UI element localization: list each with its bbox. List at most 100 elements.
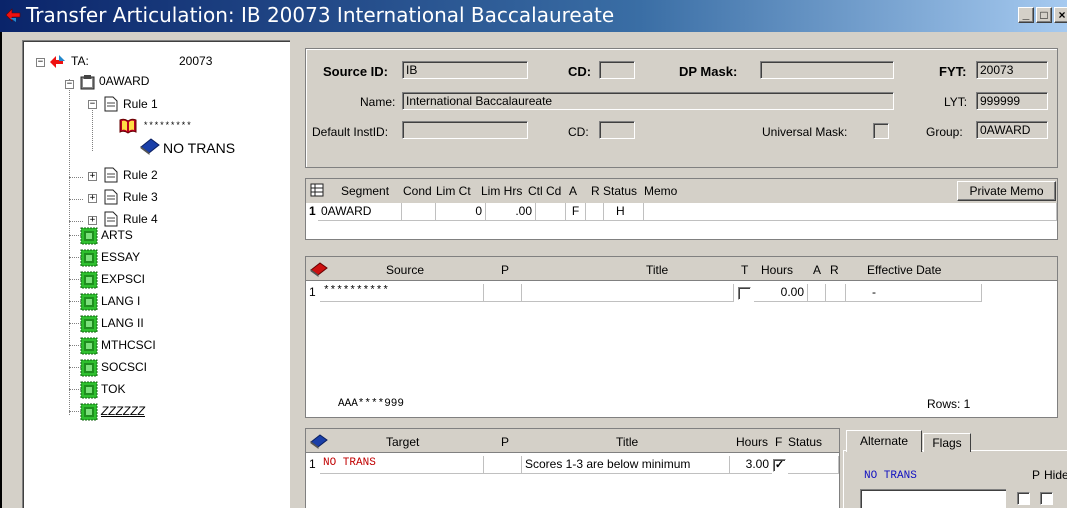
segment-row[interactable]: 1 0AWARD 0 .00 F H: [306, 203, 1057, 239]
src-row-effective-date[interactable]: -: [846, 284, 982, 302]
lyt-field[interactable]: 999999: [976, 92, 1048, 110]
tgt-row-title[interactable]: Scores 1-3 are below minimum: [522, 456, 730, 474]
tree-segment-item[interactable]: SOCSCI: [101, 360, 147, 374]
tree-rule-1[interactable]: Rule 1: [123, 97, 158, 111]
tab-flags[interactable]: Flags: [923, 433, 971, 452]
segment-icon: [80, 381, 98, 399]
src-header-r: R: [830, 263, 839, 277]
tgt-header-title: Title: [616, 435, 639, 449]
tree-rule-2[interactable]: Rule 2: [123, 168, 158, 182]
alternate-value: NO TRANS: [864, 470, 917, 482]
name-field[interactable]: International Baccalaureate: [402, 92, 894, 110]
default-instid-field[interactable]: [402, 121, 528, 139]
src-row-r[interactable]: [826, 284, 846, 302]
tree-segment-item[interactable]: ARTS: [101, 228, 133, 242]
tgt-header-target: Target: [386, 435, 420, 449]
segment-icon: [80, 227, 98, 245]
collapse-award-toggle[interactable]: −: [65, 80, 74, 89]
close-button[interactable]: ×: [1054, 7, 1067, 23]
maximize-button[interactable]: □: [1036, 7, 1052, 23]
tgt-row-hours[interactable]: 3.00: [730, 456, 772, 474]
tgt-row-f-checkbox[interactable]: ✓: [773, 459, 786, 472]
segment-icon: [80, 293, 98, 311]
expand-rule3-toggle[interactable]: +: [88, 194, 97, 203]
tree-segment-item[interactable]: ZZZZZZ: [101, 404, 145, 418]
minimize-button[interactable]: _: [1018, 7, 1034, 23]
tree-segment-item[interactable]: ESSAY: [101, 250, 140, 264]
seg-row-status[interactable]: H: [604, 203, 644, 221]
source-row[interactable]: 1 ********** 0.00 -: [306, 284, 1057, 304]
fyt-field[interactable]: 20073: [976, 61, 1048, 79]
collapse-root-toggle[interactable]: −: [36, 58, 45, 67]
seg-row-segment[interactable]: 0AWARD: [318, 203, 402, 221]
tree-segment-item[interactable]: EXPSCI: [101, 272, 145, 286]
tree-segment-item[interactable]: LANG I: [101, 294, 140, 308]
segment-icon: [80, 337, 98, 355]
seg-row-a[interactable]: F: [566, 203, 586, 221]
blue-book-icon: [310, 433, 328, 449]
app-icon: [4, 6, 22, 24]
tree-rule1-source[interactable]: *********: [143, 121, 192, 131]
src-header-title: Title: [646, 263, 669, 277]
src-row-a[interactable]: [808, 284, 826, 302]
tree-root-label[interactable]: TA:: [71, 54, 89, 68]
segment-icon: [80, 403, 98, 421]
src-row-hours[interactable]: 0.00: [754, 284, 808, 302]
source-grid[interactable]: Source P Title T Hours A R Effective Dat…: [305, 256, 1058, 418]
expand-rule4-toggle[interactable]: +: [88, 216, 97, 225]
seg-row-lim-hrs[interactable]: .00: [486, 203, 536, 221]
alternate-input[interactable]: [860, 489, 1006, 508]
collapse-rule1-toggle[interactable]: −: [88, 100, 97, 109]
tree-segment-item[interactable]: LANG II: [101, 316, 144, 330]
title-bar[interactable]: Transfer Articulation: IB 20073 Internat…: [0, 0, 1067, 32]
src-row-source[interactable]: **********: [320, 284, 484, 302]
src-row-title[interactable]: [522, 284, 734, 302]
hide-checkbox[interactable]: [1040, 492, 1053, 505]
tree-panel[interactable]: − TA: 20073 − 0AWARD − Rule 1 ********* …: [22, 40, 290, 508]
expand-rule2-toggle[interactable]: +: [88, 172, 97, 181]
tree-rule1-target[interactable]: NO TRANS: [163, 140, 235, 156]
tgt-header-f: F: [775, 435, 783, 449]
source-id-field[interactable]: IB: [402, 61, 528, 79]
default-instid-label: Default InstID:: [312, 125, 389, 139]
open-book-icon: [118, 117, 137, 134]
tree-award[interactable]: 0AWARD: [99, 74, 149, 88]
segment-icon: [80, 359, 98, 377]
src-row-t-checkbox[interactable]: [738, 287, 751, 300]
tgt-row-target[interactable]: NO TRANS: [320, 456, 484, 474]
seg-row-ctl-cd[interactable]: [536, 203, 566, 221]
p-checkbox[interactable]: [1017, 492, 1030, 505]
seg-row-lim-ct[interactable]: 0: [436, 203, 486, 221]
universal-mask-checkbox[interactable]: [873, 123, 889, 139]
lyt-label: LYT:: [944, 95, 968, 109]
target-row[interactable]: 1 NO TRANS Scores 1-3 are below minimum …: [306, 456, 839, 476]
segment-icon: [80, 271, 98, 289]
window-title: Transfer Articulation: IB 20073 Internat…: [26, 3, 615, 27]
tgt-row-status[interactable]: [788, 456, 839, 474]
hide-label: Hide: [1044, 468, 1067, 482]
private-memo-button[interactable]: Private Memo: [957, 181, 1056, 201]
tree-rule-3[interactable]: Rule 3: [123, 190, 158, 204]
tree-segment-item[interactable]: TOK: [101, 382, 125, 396]
group-field[interactable]: 0AWARD: [976, 121, 1048, 139]
grid-icon: [310, 183, 324, 197]
tab-alternate[interactable]: Alternate: [846, 430, 922, 452]
seg-header-status: Status: [603, 184, 638, 198]
seg-row-cond[interactable]: [402, 203, 436, 221]
dp-mask-label: DP Mask:: [679, 64, 738, 79]
seg-row-memo[interactable]: [644, 203, 1057, 221]
award-icon: [79, 73, 95, 90]
src-row-num: 1: [309, 285, 316, 299]
src-header-a: A: [813, 263, 822, 277]
target-grid[interactable]: Target P Title Hours F Status 1 NO TRANS…: [305, 428, 840, 508]
dp-mask-field[interactable]: [760, 61, 894, 79]
src-row-p[interactable]: [484, 284, 522, 302]
tgt-row-p[interactable]: [484, 456, 522, 474]
cd-field[interactable]: [599, 61, 635, 79]
tree-rule-4[interactable]: Rule 4: [123, 212, 158, 226]
seg-header-cond: Cond: [403, 184, 432, 198]
tree-segment-item[interactable]: MTHCSCI: [101, 338, 156, 352]
cd2-field[interactable]: [599, 121, 635, 139]
seg-row-r[interactable]: [586, 203, 604, 221]
segment-grid[interactable]: Segment Cond Lim Ct Lim Hrs Ctl Cd A R S…: [305, 178, 1058, 240]
